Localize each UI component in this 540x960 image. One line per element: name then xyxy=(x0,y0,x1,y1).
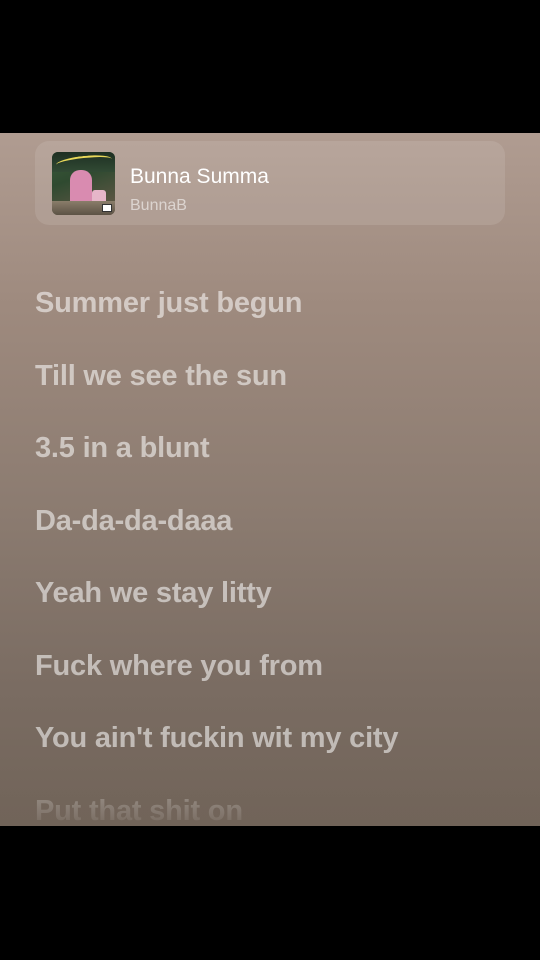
lyric-line[interactable]: Summer just begun xyxy=(35,287,303,320)
lyrics-panel[interactable]: Bunna Summa BunnaB Summer just begun Til… xyxy=(0,133,540,826)
lyric-line[interactable]: Put that shit on xyxy=(35,795,243,826)
lyric-line[interactable]: Yeah we stay litty xyxy=(35,577,272,610)
lyric-line[interactable]: 3.5 in a blunt xyxy=(35,432,210,465)
lyric-line[interactable]: Till we see the sun xyxy=(35,360,287,393)
screen-frame: Bunna Summa BunnaB Summer just begun Til… xyxy=(0,0,540,960)
album-art-image[interactable] xyxy=(52,152,115,215)
lyric-line[interactable]: You ain't fuckin wit my city xyxy=(35,722,399,755)
parental-advisory-badge-icon xyxy=(102,204,112,212)
now-playing-card[interactable]: Bunna Summa BunnaB xyxy=(35,141,505,225)
track-title: Bunna Summa xyxy=(130,165,269,188)
lyric-line[interactable]: Da-da-da-daaa xyxy=(35,505,232,538)
track-artist: BunnaB xyxy=(130,197,187,214)
lyric-line[interactable]: Fuck where you from xyxy=(35,650,323,683)
